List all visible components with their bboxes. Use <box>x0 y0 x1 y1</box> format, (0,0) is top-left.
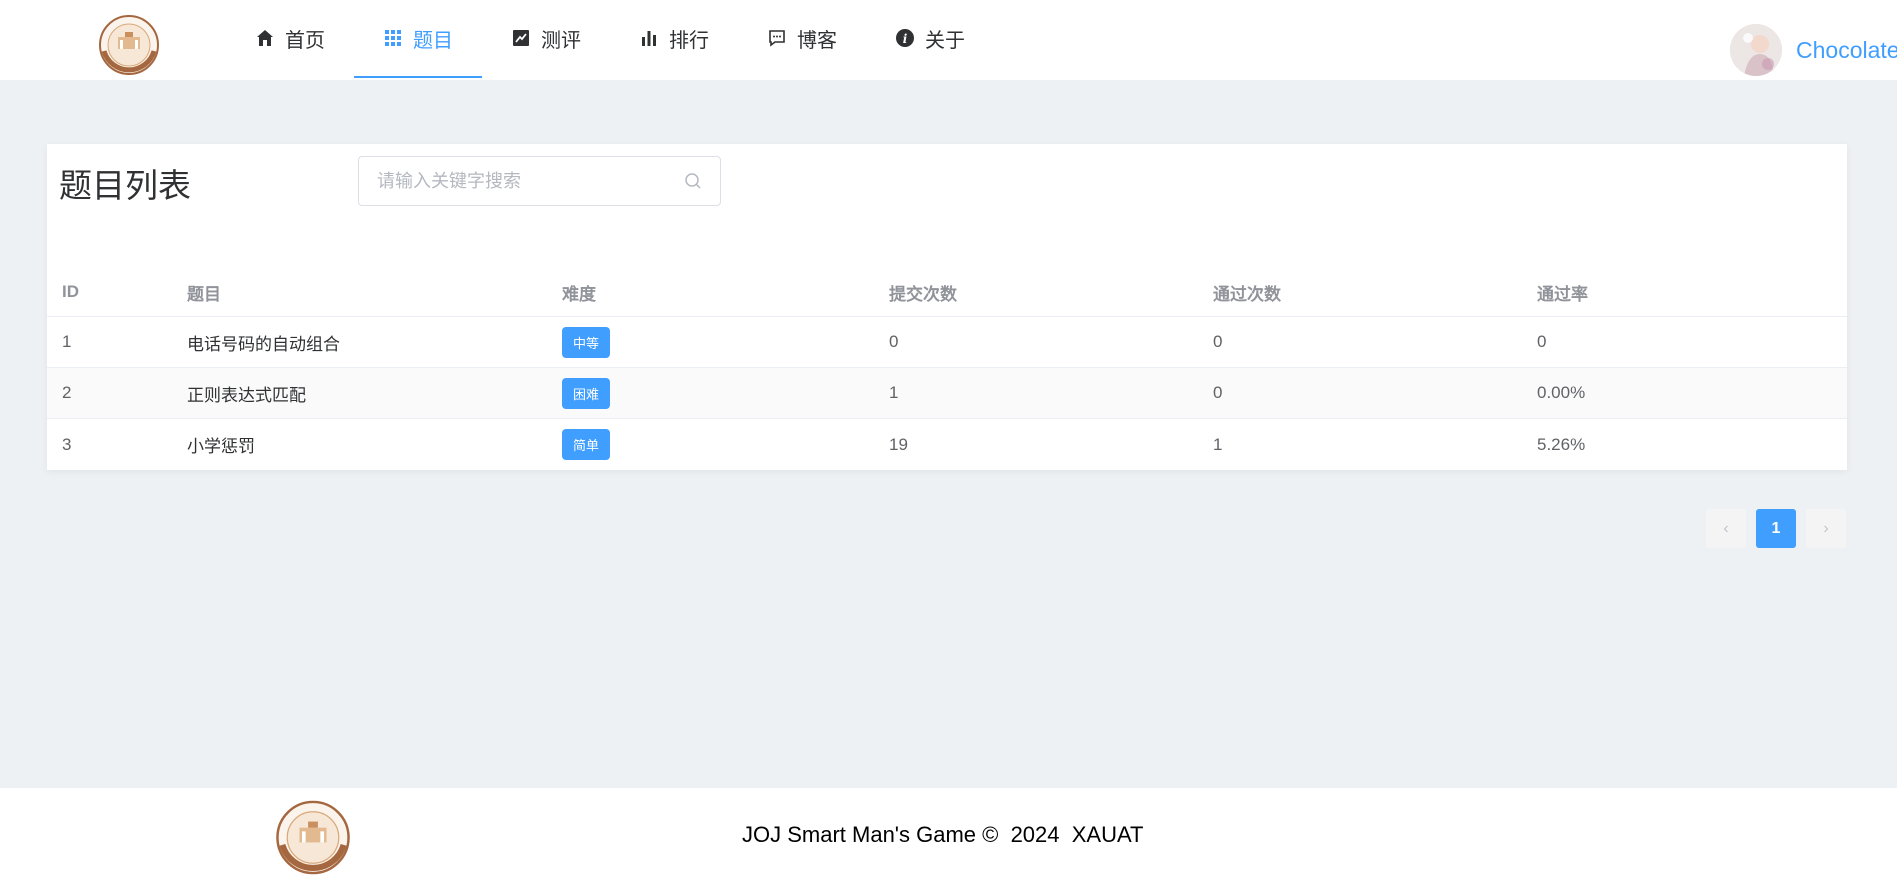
page-title: 题目列表 <box>59 167 191 204</box>
search-icon[interactable] <box>684 172 702 190</box>
accepted-count: 1 <box>1213 434 1223 454</box>
header-rate[interactable]: 通过率 <box>1537 280 1588 305</box>
search-input[interactable] <box>377 170 684 192</box>
pagination: ‹ 1 › <box>1706 509 1846 548</box>
table-row[interactable]: 2 正则表达式匹配 困难 1 0 0.00% <box>47 368 1847 419</box>
problem-id: 3 <box>62 434 72 454</box>
pass-rate: 5.26% <box>1537 434 1586 454</box>
nav-evaluation-label: 测评 <box>541 29 581 52</box>
footer-copyright: JOJ Smart Man's Game © 2024 XAUAT <box>742 822 1144 847</box>
pass-rate: 0.00% <box>1537 383 1586 402</box>
chevron-left-icon: ‹ <box>1723 519 1729 537</box>
problem-id: 1 <box>62 332 72 351</box>
table-header-row: ID 题目 难度 提交次数 通过次数 通过率 <box>47 268 1847 317</box>
problem-id: 2 <box>62 383 72 402</box>
submission-count: 1 <box>889 383 899 402</box>
table-row[interactable]: 3 小学惩罚 简单 19 1 5.26% <box>47 419 1847 470</box>
accepted-count: 0 <box>1213 332 1223 351</box>
difficulty-badge: 中等 <box>562 326 611 358</box>
next-page-button[interactable]: › <box>1806 509 1846 548</box>
chevron-right-icon: › <box>1823 519 1829 537</box>
header-id[interactable]: ID <box>62 282 79 302</box>
school-logo[interactable] <box>98 15 160 75</box>
nav-evaluation[interactable]: 测评 <box>482 0 610 78</box>
header-submissions[interactable]: 提交次数 <box>889 280 957 305</box>
nav-problems[interactable]: 题目 <box>354 0 482 78</box>
footer: JOJ Smart Man's Game © 2024 XAUAT <box>0 788 1897 875</box>
nav-about-label: 关于 <box>925 29 965 52</box>
submission-count: 0 <box>889 332 899 351</box>
user-menu[interactable]: Chocolate <box>1730 24 1897 76</box>
problem-title-link[interactable]: 正则表达式匹配 <box>187 381 306 406</box>
problem-title-link[interactable]: 小学惩罚 <box>187 432 255 457</box>
footer-school-logo <box>276 800 350 875</box>
nav-home-label: 首页 <box>285 29 325 52</box>
nav-ranking-label: 排行 <box>669 29 709 52</box>
search-box[interactable] <box>358 156 721 206</box>
bar-chart-icon <box>642 31 656 46</box>
nav-home[interactable]: 首页 <box>226 0 354 78</box>
problem-list-card: 题目列表 ID 题目 难度 提交次数 通过次数 通过率 1 电话号码的自动组合 … <box>47 144 1847 470</box>
nav-problems-label: 题目 <box>413 29 453 52</box>
pass-rate: 0 <box>1537 332 1547 351</box>
chat-bubble-icon <box>769 30 785 47</box>
difficulty-badge: 简单 <box>562 429 611 460</box>
avatar[interactable] <box>1730 24 1782 76</box>
difficulty-badge: 困难 <box>562 377 611 409</box>
page-number-button[interactable]: 1 <box>1756 509 1796 548</box>
submission-count: 19 <box>889 434 908 454</box>
top-header: 首页 题目 测评 排行 博客 i 关于 Chocolate <box>0 0 1897 80</box>
header-title[interactable]: 题目 <box>187 280 221 305</box>
nav-blog-label: 博客 <box>797 29 837 52</box>
main-nav: 首页 题目 测评 排行 博客 i 关于 <box>226 0 994 78</box>
svg-text:i: i <box>903 32 908 46</box>
problem-table: ID 题目 难度 提交次数 通过次数 通过率 1 电话号码的自动组合 中等 0 … <box>47 268 1847 470</box>
nav-about[interactable]: i 关于 <box>866 0 994 78</box>
home-icon <box>257 30 273 46</box>
username[interactable]: Chocolate <box>1796 37 1897 64</box>
grid-icon <box>385 30 401 46</box>
nav-blog[interactable]: 博客 <box>738 0 866 78</box>
header-difficulty[interactable]: 难度 <box>562 280 596 305</box>
table-row[interactable]: 1 电话号码的自动组合 中等 0 0 0 <box>47 317 1847 368</box>
prev-page-button[interactable]: ‹ <box>1706 509 1746 548</box>
info-icon: i <box>896 29 914 47</box>
problem-title-link[interactable]: 电话号码的自动组合 <box>187 330 340 355</box>
nav-ranking[interactable]: 排行 <box>610 0 738 78</box>
accepted-count: 0 <box>1213 383 1223 402</box>
header-accepted[interactable]: 通过次数 <box>1213 280 1281 305</box>
trend-chart-icon <box>513 30 529 46</box>
